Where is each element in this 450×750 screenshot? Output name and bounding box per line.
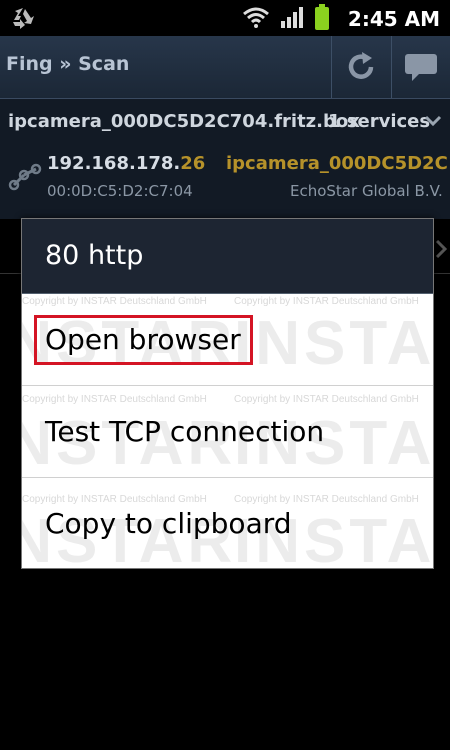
host-panel: ipcamera_000DC5D2C704.fritz.box 1 servic… bbox=[0, 99, 450, 219]
chat-button[interactable] bbox=[391, 36, 450, 98]
ip-last-octet: 26 bbox=[180, 153, 206, 174]
services-count[interactable]: 1 services bbox=[328, 111, 430, 132]
ip-prefix: 192.168.178. bbox=[47, 153, 181, 174]
vendor-name: EchoStar Global B.V. bbox=[290, 182, 443, 200]
wifi-icon bbox=[242, 6, 270, 32]
hostname: ipcamera_000DC5D2C704.fritz.box bbox=[8, 111, 360, 132]
menu-item-test-tcp[interactable]: Test TCP connection bbox=[22, 385, 433, 477]
chat-icon bbox=[405, 54, 437, 81]
dialog-title: 80 http bbox=[45, 240, 144, 271]
app-title: Fing » Scan bbox=[6, 53, 130, 75]
chevron-right-icon bbox=[434, 238, 448, 264]
device-name: ipcamera_000DC5D2C... bbox=[226, 153, 448, 174]
signal-icon bbox=[280, 6, 304, 32]
chevron-down-icon[interactable] bbox=[424, 113, 442, 132]
menu-item-copy-clipboard[interactable]: Copy to clipboard bbox=[22, 477, 433, 569]
service-actions-dialog: 80 http Copyright by INSTAR Deutschland … bbox=[21, 218, 434, 569]
ip-address: 192.168.178.26 bbox=[47, 153, 205, 174]
refresh-icon bbox=[348, 52, 374, 79]
battery-icon bbox=[314, 4, 330, 34]
refresh-button[interactable] bbox=[331, 36, 390, 98]
recycle-icon bbox=[10, 6, 36, 34]
dialog-title-bar: 80 http bbox=[22, 219, 433, 294]
network-node-icon bbox=[8, 161, 42, 195]
menu-item-label: Copy to clipboard bbox=[45, 507, 292, 540]
menu-item-label: Test TCP connection bbox=[45, 415, 325, 448]
clock: 2:45 AM bbox=[347, 7, 440, 31]
app-bar: Fing » Scan bbox=[0, 36, 450, 99]
status-bar: 2:45 AM bbox=[0, 0, 450, 36]
mac-address: 00:0D:C5:D2:C7:04 bbox=[47, 182, 193, 200]
highlight-box bbox=[34, 315, 253, 365]
